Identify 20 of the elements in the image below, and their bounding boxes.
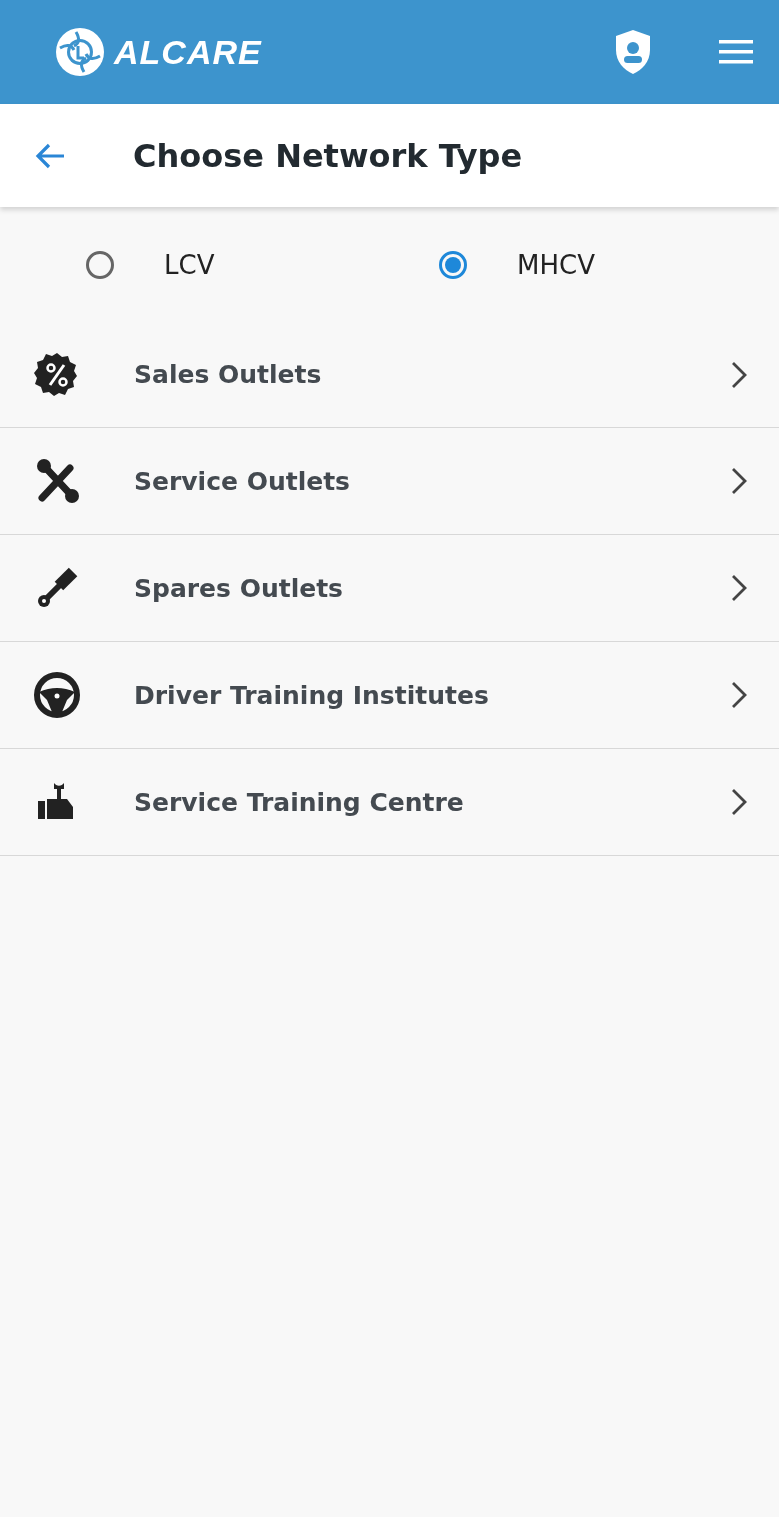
page-title: Choose Network Type (133, 136, 523, 175)
steering-wheel-icon (32, 670, 82, 720)
menu-row[interactable]: Sales Outlets (0, 322, 779, 428)
menu-row[interactable]: Spares Outlets (0, 535, 779, 642)
chevron-right-icon (731, 681, 747, 709)
radio-button[interactable] (439, 250, 467, 279)
radio-label: LCV (164, 249, 215, 280)
radio-label: MHCV (517, 249, 595, 280)
menu-row[interactable]: Driver Training Institutes (0, 642, 779, 749)
logo-icon (54, 26, 106, 78)
menu-row[interactable]: Service Outlets (0, 428, 779, 535)
logo-text: ALCARE (114, 32, 262, 72)
chevron-right-icon (731, 574, 747, 602)
menu-icon[interactable] (719, 39, 753, 65)
chevron-right-icon (731, 360, 747, 389)
menu-row[interactable]: Service Training Centre (0, 749, 779, 856)
profile-shield-icon[interactable] (613, 28, 653, 76)
radio-button[interactable] (86, 250, 114, 279)
chevron-right-icon (731, 788, 747, 816)
chevron-right-icon (731, 467, 747, 495)
